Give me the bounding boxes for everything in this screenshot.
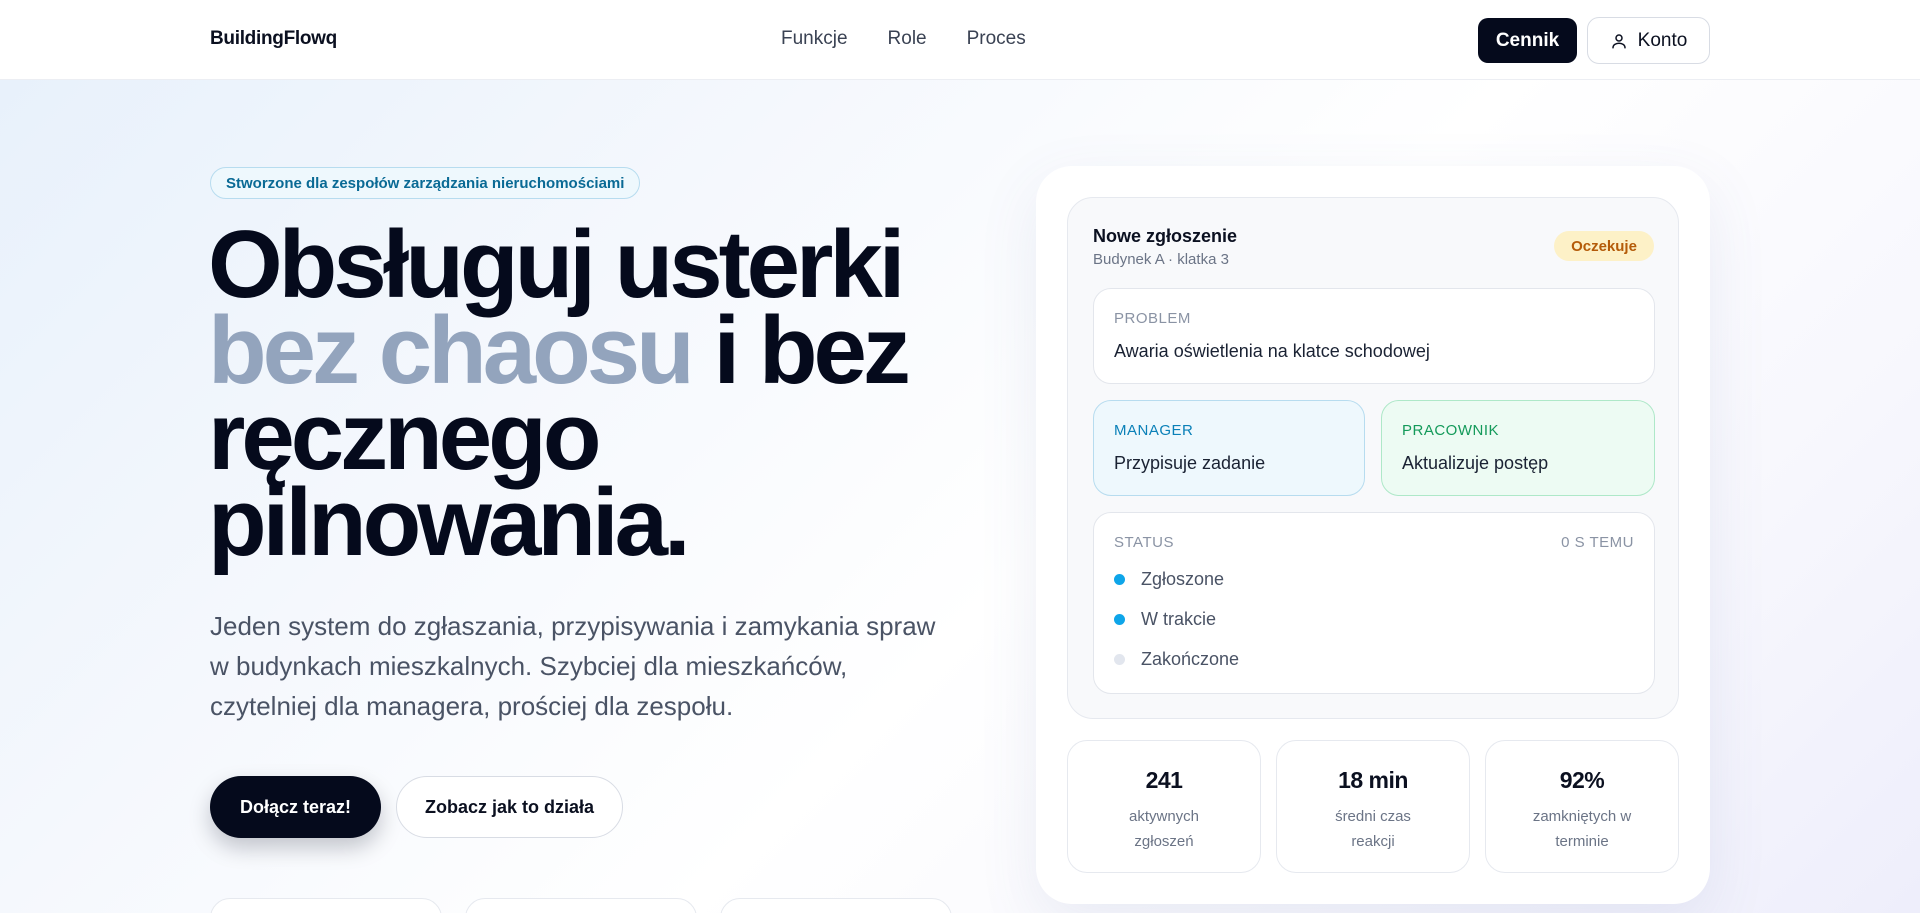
ticket-preview-card: Nowe zgłoszenie Budynek A · klatka 3 Ocz… [1036,166,1710,904]
worker-label: PRACOWNIK [1402,422,1500,439]
join-now-button[interactable]: Dołącz teraz! [210,776,381,838]
status-step: Zgłoszone [1114,569,1224,590]
main-nav: Funkcje Role Proces [781,28,1026,50]
status-dot-active [1114,574,1125,585]
audience-pill: Stworzone dla zespołów zarządzania nieru… [210,167,641,199]
status-step: Zakończone [1114,649,1239,670]
ticket-panel: Nowe zgłoszenie Budynek A · klatka 3 Ocz… [1067,197,1679,719]
status-box: STATUS 0 S TEMU Zgłoszone W trakcie Zako… [1093,512,1655,694]
stat-value: 241 [1145,767,1183,793]
see-how-label: Zobacz jak to działa [424,796,595,817]
nav-link-features[interactable]: Funkcje [781,28,848,50]
status-step: W trakcie [1114,609,1216,630]
nav-link-process[interactable]: Proces [967,28,1026,50]
see-how-button[interactable]: Zobacz jak to działa [396,776,623,838]
hero-title-rest: i bez [690,297,910,404]
hero-title: Obsługuj usterki bez chaosu i bez ręczne… [208,217,968,571]
stat-value: 92% [1559,767,1605,793]
status-time-ago: 0 S TEMU [1561,534,1634,551]
status-label: STATUS [1114,534,1174,551]
stat-response-time: 18 min średni czas reakcji [1276,740,1470,873]
problem-value: Awaria oświetlenia na klatce schodowej [1114,341,1430,361]
brand-logo[interactable]: BuildingFlowq [210,28,337,50]
status-dot-inactive [1114,654,1125,665]
join-now-label: Dołącz teraz! [239,796,352,817]
account-button-label: Konto [1637,29,1688,51]
pricing-button[interactable]: Cennik [1478,18,1577,63]
worker-value: Aktualizuje postęp [1402,453,1549,473]
stat-closed-on-time: 92% zamkniętych w terminie [1485,740,1679,873]
account-button[interactable]: Konto [1587,17,1710,64]
manager-value: Przypisuje zadanie [1114,453,1266,473]
manager-role-box: MANAGER Przypisuje zadanie [1093,400,1365,496]
status-step-label: Zgłoszone [1141,569,1225,589]
stat-caption: zamkniętych w terminie [1532,808,1632,850]
status-step-label: W trakcie [1141,609,1217,629]
ticket-location: Budynek A · klatka 3 [1093,251,1229,268]
stat-active-tickets: 241 aktywnych zgłoszeń [1067,740,1261,873]
stat-value: 18 min [1338,767,1408,793]
problem-box: PROBLEM Awaria oświetlenia na klatce sch… [1093,288,1655,384]
status-badge: Oczekuje [1554,231,1654,261]
hero-title-line4: pilnowania. [208,469,691,576]
nav-link-roles[interactable]: Role [888,28,927,50]
feature-chip-peek [465,898,697,913]
manager-label: MANAGER [1114,422,1194,439]
worker-role-box: PRACOWNIK Aktualizuje postęp [1381,400,1655,496]
status-step-label: Zakończone [1141,649,1240,669]
stat-caption: średni czas reakcji [1335,808,1411,850]
top-navbar: BuildingFlowq Funkcje Role Proces Cennik… [0,0,1920,80]
pricing-button-label: Cennik [1495,29,1560,51]
feature-chip-peek [210,898,442,913]
feature-chip-peek [720,898,952,913]
user-icon [1610,32,1628,50]
status-dot-active [1114,614,1125,625]
stat-caption: aktywnych zgłoszeń [1128,808,1200,850]
hero-subtitle: Jeden system do zgłaszania, przypisywani… [210,611,936,721]
ticket-title: Nowe zgłoszenie [1093,226,1238,246]
problem-label: PROBLEM [1114,310,1191,327]
